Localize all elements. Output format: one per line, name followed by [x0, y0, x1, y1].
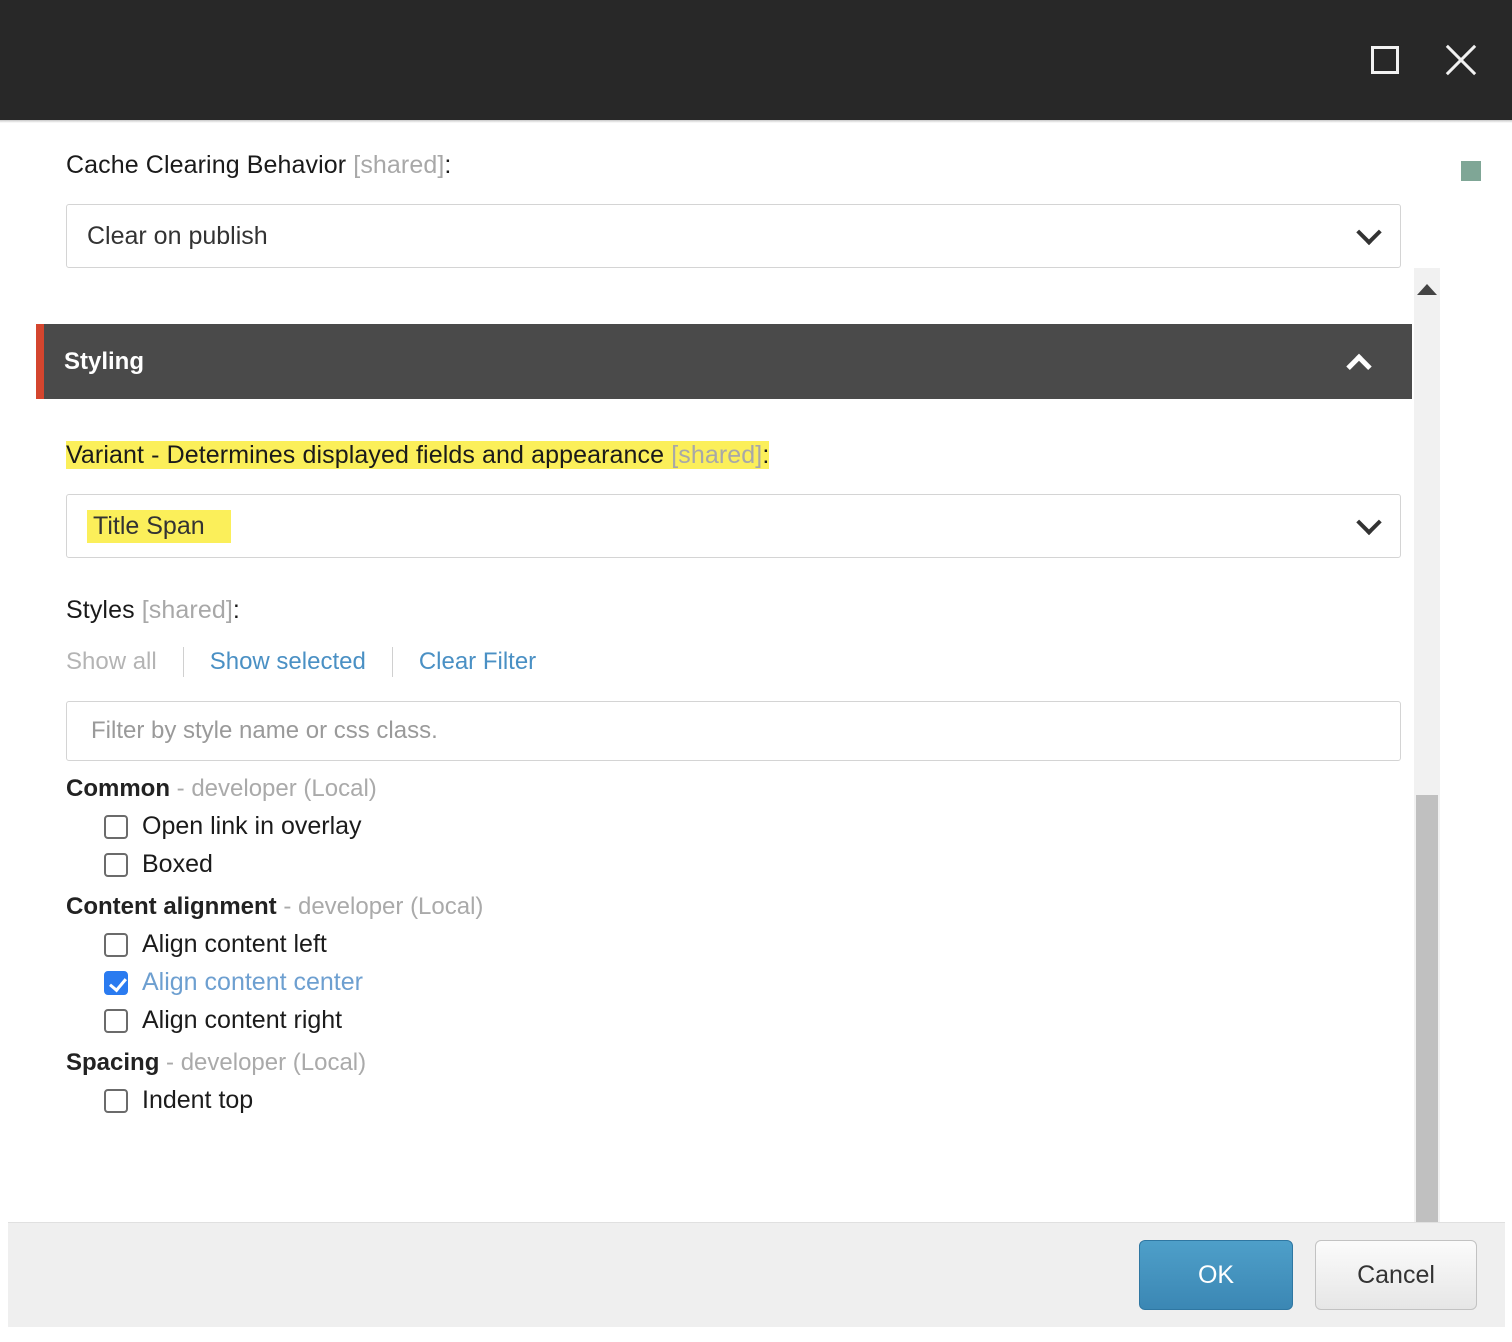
checkbox-icon[interactable]	[104, 932, 128, 957]
close-button[interactable]	[1440, 39, 1482, 81]
section-title: Styling	[64, 347, 145, 375]
style-option-row[interactable]: Align content center	[66, 968, 1412, 997]
cancel-button-label: Cancel	[1357, 1260, 1435, 1289]
checkbox-checked-icon[interactable]	[104, 970, 128, 995]
footer-bottom-strip	[0, 1327, 1512, 1342]
maximize-button[interactable]	[1364, 39, 1406, 81]
styles-label-colon: :	[232, 596, 240, 624]
scroll-up-arrow-icon[interactable]	[1417, 284, 1437, 295]
status-marker	[1461, 161, 1481, 181]
variant-select[interactable]: Title Span	[66, 494, 1401, 558]
show-all-link[interactable]: Show all	[66, 648, 157, 676]
dialog-window: Cache Clearing Behavior [shared]: Clear …	[0, 0, 1512, 1342]
section-header-styling[interactable]: Styling	[36, 324, 1412, 399]
styles-label-text: Styles	[66, 596, 142, 624]
style-option-row[interactable]: Boxed	[66, 850, 1412, 879]
style-option-row[interactable]: Align content left	[66, 930, 1412, 959]
style-option-label: Open link in overlay	[142, 812, 362, 840]
close-x-icon	[1444, 43, 1478, 77]
styles-label-shared: [shared]	[141, 596, 233, 624]
dialog-titlebar	[0, 0, 1512, 120]
style-option-row[interactable]: Indent top	[66, 1086, 1412, 1115]
cache-clearing-select[interactable]: Clear on publish	[66, 204, 1401, 268]
style-group-meta: - developer (Local)	[170, 775, 377, 802]
style-option-label: Align content left	[142, 930, 327, 958]
variant-value: Title Span	[87, 509, 231, 543]
style-option-label: Indent top	[142, 1086, 254, 1114]
cache-clearing-label: Cache Clearing Behavior [shared]:	[66, 151, 1412, 180]
variant-field: Variant - Determines displayed fields an…	[0, 399, 1412, 558]
styles-label: Styles [shared]:	[66, 596, 1412, 625]
style-group-meta: - developer (Local)	[159, 1049, 367, 1076]
clear-filter-link[interactable]: Clear Filter	[419, 648, 536, 676]
checkbox-icon[interactable]	[104, 1088, 128, 1113]
chevron-down-icon	[1356, 509, 1382, 536]
variant-label: Variant - Determines displayed fields an…	[66, 441, 1412, 470]
chevron-up-icon[interactable]	[1346, 353, 1372, 379]
dialog-scroll-region: Cache Clearing Behavior [shared]: Clear …	[0, 123, 1512, 1222]
cancel-button[interactable]: Cancel	[1315, 1240, 1477, 1310]
style-group-title: Spacing - developer (Local)	[66, 1049, 1412, 1077]
window-controls	[1364, 39, 1512, 81]
style-group-title: Content alignment - developer (Local)	[66, 893, 1412, 921]
style-option-label: Boxed	[142, 850, 213, 878]
checkbox-icon[interactable]	[104, 1008, 128, 1033]
style-group-name: Common	[66, 775, 170, 802]
style-option-row[interactable]: Open link in overlay	[66, 812, 1412, 841]
style-group-name: Content alignment	[66, 893, 277, 920]
content-scrollbar[interactable]	[1414, 268, 1440, 1222]
link-separator	[391, 647, 393, 677]
show-selected-link[interactable]: Show selected	[210, 648, 366, 676]
checkbox-icon[interactable]	[104, 852, 128, 877]
scrollbar-thumb[interactable]	[1416, 795, 1438, 1222]
maximize-square-icon	[1371, 46, 1399, 74]
checkbox-icon[interactable]	[104, 814, 128, 839]
variant-label-colon: :	[762, 441, 770, 469]
style-option-label: Align content right	[142, 1006, 343, 1034]
styles-field: Styles [shared]:	[0, 558, 1412, 625]
ok-button[interactable]: OK	[1139, 1240, 1293, 1310]
link-separator	[182, 647, 184, 677]
style-group-name: Spacing	[66, 1049, 160, 1076]
style-group-title: Common - developer (Local)	[66, 775, 1412, 803]
style-filter-input[interactable]: Filter by style name or css class.	[66, 701, 1401, 761]
cache-clearing-label-colon: :	[444, 151, 452, 179]
style-option-label: Align content center	[142, 968, 363, 996]
style-group-meta: - developer (Local)	[276, 893, 484, 920]
cache-clearing-label-text: Cache Clearing Behavior	[66, 151, 354, 179]
section-accent-bar	[36, 324, 44, 399]
dialog-footer: OK Cancel	[8, 1222, 1505, 1327]
style-filter-placeholder: Filter by style name or css class.	[91, 717, 438, 744]
cache-clearing-label-shared: [shared]	[353, 151, 445, 179]
dialog-content: Cache Clearing Behavior [shared]: Clear …	[0, 123, 1412, 1222]
cache-clearing-value: Clear on publish	[87, 221, 268, 250]
variant-label-shared: [shared]	[671, 441, 763, 469]
style-option-row[interactable]: Align content right	[66, 1006, 1412, 1035]
ok-button-label: OK	[1197, 1260, 1235, 1289]
chevron-down-icon	[1356, 219, 1382, 246]
variant-label-text: Variant - Determines displayed fields an…	[66, 441, 672, 469]
style-group-list: Common - developer (Local) Open link in o…	[0, 775, 1412, 1115]
style-filter-wrap: Filter by style name or css class.	[0, 701, 1412, 761]
styles-filter-links: Show all Show selected Clear Filter	[0, 647, 1412, 677]
cache-clearing-field: Cache Clearing Behavior [shared]: Clear …	[0, 123, 1412, 268]
